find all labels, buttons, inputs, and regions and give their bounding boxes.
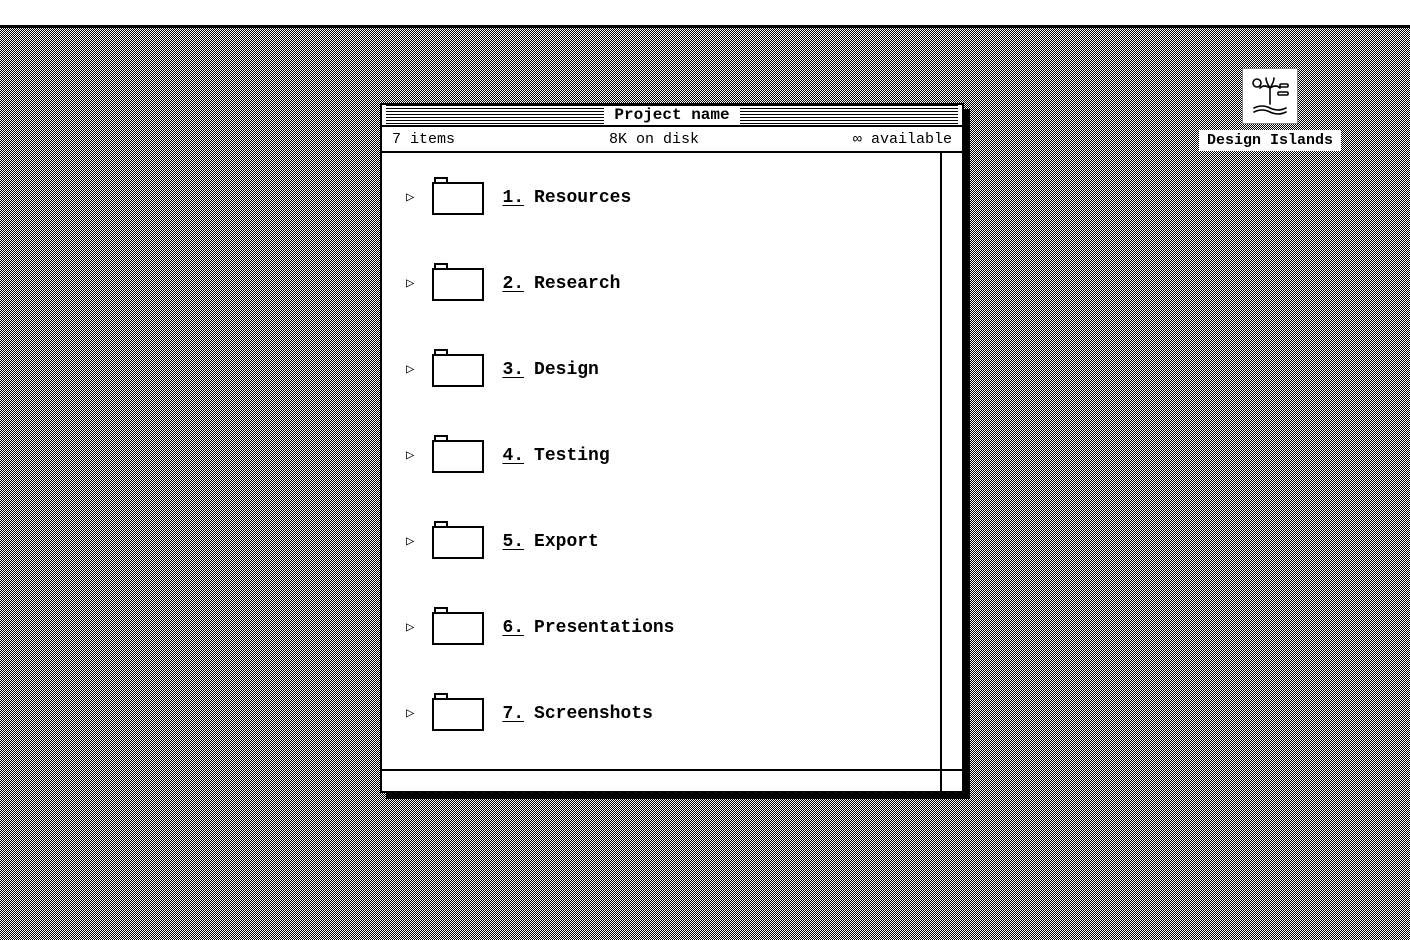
folder-row[interactable]: ▷ 7. Screenshots xyxy=(406,689,930,739)
resize-handle[interactable] xyxy=(940,769,962,791)
menu-bar[interactable] xyxy=(0,0,1410,28)
folder-label: 6. Presentations xyxy=(502,618,674,638)
folder-number: 7. xyxy=(502,704,524,724)
folder-row[interactable]: ▷ 2. Research xyxy=(406,259,930,309)
folder-number: 4. xyxy=(502,446,524,466)
folder-row[interactable]: ▷ 6. Presentations xyxy=(406,603,930,653)
finder-window: Project name 7 items 8K on disk ∞ availa… xyxy=(380,103,964,793)
folder-number: 5. xyxy=(502,532,524,552)
folder-list: ▷ 1. Resources ▷ 2. Research ▷ 3. Design ▷ 4. Testi… xyxy=(382,153,940,769)
disclosure-triangle-icon[interactable]: ▷ xyxy=(406,449,414,463)
folder-label: 2. Research xyxy=(502,274,620,294)
folder-icon xyxy=(432,176,484,221)
disclosure-triangle-icon[interactable]: ▷ xyxy=(406,707,414,721)
folder-icon xyxy=(432,434,484,479)
folder-icon xyxy=(432,692,484,737)
folder-row[interactable]: ▷ 3. Design xyxy=(406,345,930,395)
vertical-scrollbar[interactable] xyxy=(940,153,962,769)
window-title: Project name xyxy=(604,106,739,124)
folder-name: Export xyxy=(534,532,599,552)
folder-label: 3. Design xyxy=(502,360,598,380)
status-disk-usage: 8K on disk xyxy=(609,131,699,148)
disclosure-triangle-icon[interactable]: ▷ xyxy=(406,621,414,635)
folder-name: Design xyxy=(534,360,599,380)
status-item-count: 7 items xyxy=(392,131,455,148)
folder-name: Testing xyxy=(534,446,610,466)
folder-icon xyxy=(432,262,484,307)
folder-label: 7. Screenshots xyxy=(502,704,652,724)
desktop[interactable]: Design Islands Project name 7 items 8K o… xyxy=(0,28,1410,940)
folder-name: Resources xyxy=(534,188,631,208)
desktop-volume-label: Design Islands xyxy=(1199,130,1341,151)
folder-number: 6. xyxy=(502,618,524,638)
folder-number: 1. xyxy=(502,188,524,208)
disclosure-triangle-icon[interactable]: ▷ xyxy=(406,363,414,377)
folder-name: Presentations xyxy=(534,618,674,638)
folder-row[interactable]: ▷ 1. Resources xyxy=(406,173,930,223)
folder-row[interactable]: ▷ 4. Testing xyxy=(406,431,930,481)
window-titlebar[interactable]: Project name xyxy=(382,105,962,127)
desktop-volume[interactable]: Design Islands xyxy=(1210,68,1330,151)
folder-icon xyxy=(432,606,484,651)
folder-icon xyxy=(432,348,484,393)
folder-label: 4. Testing xyxy=(502,446,609,466)
folder-row[interactable]: ▷ 5. Export xyxy=(406,517,930,567)
folder-number: 2. xyxy=(502,274,524,294)
window-status-bar: 7 items 8K on disk ∞ available xyxy=(382,127,962,153)
folder-name: Screenshots xyxy=(534,704,653,724)
horizontal-scrollbar[interactable] xyxy=(382,769,940,791)
status-available: ∞ available xyxy=(853,131,952,148)
disclosure-triangle-icon[interactable]: ▷ xyxy=(406,191,414,205)
folder-label: 5. Export xyxy=(502,532,598,552)
disclosure-triangle-icon[interactable]: ▷ xyxy=(406,277,414,291)
folder-name: Research xyxy=(534,274,620,294)
folder-number: 3. xyxy=(502,360,524,380)
folder-label: 1. Resources xyxy=(502,188,631,208)
folder-icon xyxy=(432,520,484,565)
disclosure-triangle-icon[interactable]: ▷ xyxy=(406,535,414,549)
island-icon xyxy=(1242,68,1298,124)
